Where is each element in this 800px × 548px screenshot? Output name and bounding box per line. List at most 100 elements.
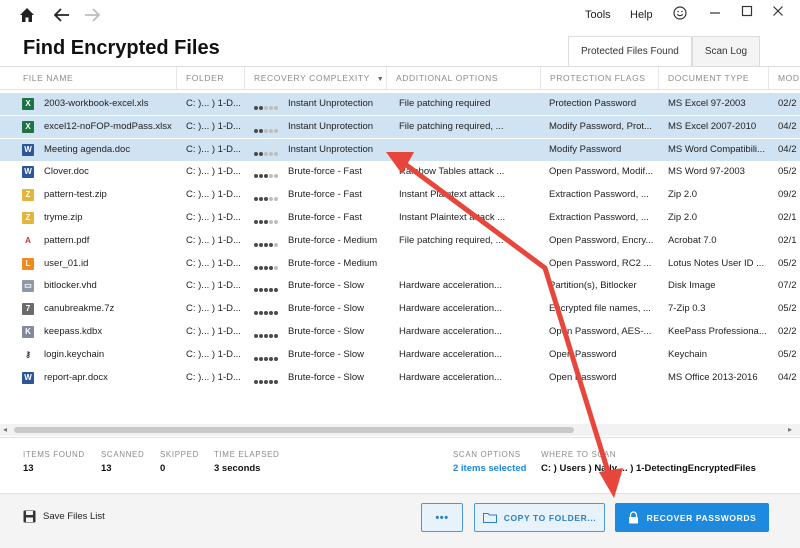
- scroll-right-icon[interactable]: ▸: [788, 425, 792, 434]
- word-icon: W: [22, 371, 34, 384]
- table-row[interactable]: X 2003-workbook-excel.xls C: )... ) 1-D...…: [0, 93, 800, 115]
- document-type: MS Word 97-2003: [668, 166, 745, 178]
- table-row[interactable]: ⚷ login.keychain C: )... ) 1-D... Brute-for…: [0, 344, 800, 366]
- table-row[interactable]: W Meeting agenda.doc C: )... ) 1-D... Insta…: [0, 138, 800, 161]
- close-icon[interactable]: [768, 5, 788, 23]
- floppy-disk-icon: [23, 510, 36, 523]
- scan-options-label: SCAN OPTIONS: [453, 450, 521, 459]
- protection-flags: Modify Password, Prot...: [549, 120, 652, 132]
- column-document-type[interactable]: DOCUMENT TYPE: [658, 67, 768, 89]
- document-type: 7-Zip 0.3: [668, 303, 706, 315]
- keychain-icon: ⚷: [22, 348, 34, 361]
- scanned-label: SCANNED: [101, 450, 145, 459]
- complexity-dots: [254, 262, 286, 270]
- file-name: keepass.kdbx: [44, 326, 103, 337]
- protection-flags: Open Password, RC2 ...: [549, 257, 652, 269]
- folder-path: C: )... ) 1-D...: [186, 348, 241, 360]
- copy-to-folder-label: COPY TO FOLDER...: [503, 512, 597, 523]
- copy-to-folder-button[interactable]: COPY TO FOLDER...: [474, 503, 605, 532]
- horizontal-scrollbar[interactable]: ◂ ▸: [0, 424, 800, 436]
- menu-help[interactable]: Help: [630, 9, 653, 21]
- column-modified[interactable]: MOD: [768, 67, 800, 89]
- column-additional-options[interactable]: ADDITIONAL OPTIONS: [386, 67, 540, 89]
- maximize-icon[interactable]: [737, 5, 757, 23]
- protection-flags: Open Password, Encry...: [549, 234, 654, 246]
- scrollbar-thumb[interactable]: [14, 427, 574, 433]
- zip-icon: Z: [22, 189, 34, 202]
- tab-bar: Protected Files Found Scan Log: [568, 36, 761, 67]
- word-icon: W: [22, 143, 34, 156]
- recovery-complexity: Instant Unprotection: [288, 120, 374, 132]
- table-row[interactable]: W Clover.doc C: )... ) 1-D... Brute-force -…: [0, 161, 800, 183]
- where-to-scan-label: WHERE TO SCAN: [541, 450, 617, 459]
- recover-passwords-button[interactable]: RECOVER PASSWORDS: [615, 503, 769, 532]
- recover-passwords-label: RECOVER PASSWORDS: [646, 512, 757, 523]
- table-row[interactable]: Luser_01.id C: )... ) 1-D... Brute-force -…: [0, 253, 800, 275]
- scan-options-link[interactable]: 2 items selected: [453, 463, 526, 474]
- home-icon[interactable]: [15, 5, 39, 25]
- save-files-list-button[interactable]: Save Files List: [23, 510, 105, 523]
- table-row[interactable]: Xexcel12-noFOP-modPass.xlsx C: )... ) 1-D…: [0, 115, 800, 138]
- archive-icon: 7: [22, 303, 34, 316]
- sort-down-icon: ▼: [376, 76, 385, 83]
- folder-path: C: )... ) 1-D...: [186, 257, 241, 269]
- folder-path: C: )... ) 1-D...: [186, 212, 241, 223]
- additional-options: Hardware acceleration...: [399, 280, 502, 292]
- document-type: MS Word Compatibili...: [668, 143, 765, 155]
- modified-date: 04/2: [778, 143, 797, 155]
- table-row[interactable]: Wreport-apr.docx C: )... ) 1-D... Brute-fo…: [0, 367, 800, 389]
- complexity-dots: [254, 376, 286, 384]
- protection-flags: Extraction Password, ...: [549, 212, 649, 223]
- column-protection-flags[interactable]: PROTECTION FLAGS: [540, 67, 658, 89]
- table-row[interactable]: Ztryme.zip C: )... ) 1-D... Brute-force - …: [0, 207, 800, 229]
- protection-flags: Encrypted file names, ...: [549, 303, 651, 315]
- recovery-complexity: Instant Unprotection: [288, 143, 374, 155]
- skipped-value: 0: [160, 463, 166, 474]
- table-row[interactable]: Apattern.pdf C: )... ) 1-D... Brute-force …: [0, 230, 800, 252]
- folder-path: C: )... ) 1-D...: [186, 98, 241, 109]
- column-file-name[interactable]: FILE NAME: [14, 67, 176, 89]
- back-arrow-icon[interactable]: [50, 5, 74, 25]
- additional-options: Rainbow Tables attack ...: [399, 166, 505, 178]
- lock-file-icon: K: [22, 326, 34, 338]
- minimize-icon[interactable]: [705, 5, 725, 23]
- menu-tools[interactable]: Tools: [585, 9, 611, 21]
- word-icon: W: [22, 166, 34, 179]
- where-to-scan-value[interactable]: C: ) Users ) Na.ly ... ) 1-DetectingEncr…: [541, 463, 756, 474]
- folder-path: C: )... ) 1-D...: [186, 143, 241, 155]
- more-options-button[interactable]: •••: [421, 503, 463, 532]
- complexity-dots: [254, 284, 286, 293]
- additional-options: [399, 253, 537, 275]
- excel-icon: X: [22, 120, 34, 133]
- forward-arrow-icon[interactable]: [80, 5, 104, 25]
- complexity-dots: [254, 239, 286, 247]
- file-name: report-apr.docx: [44, 371, 108, 383]
- recovery-complexity: Brute-force - Medium: [288, 257, 378, 269]
- modified-date: 07/2: [778, 280, 797, 292]
- folder-path: C: )... ) 1-D...: [186, 166, 241, 178]
- excel-icon: X: [22, 98, 34, 110]
- protection-flags: Extraction Password, ...: [549, 189, 649, 201]
- tab-protected-files-found[interactable]: Protected Files Found: [568, 36, 692, 67]
- smiley-feedback-icon[interactable]: [670, 6, 690, 24]
- table-row[interactable]: 7 canubreakme.7z C: )... ) 1-D... Brute-for…: [0, 298, 800, 320]
- table-row[interactable]: Kkeepass.kdbx C: )... ) 1-D... Brute-force…: [0, 321, 800, 343]
- column-folder[interactable]: FOLDER: [176, 67, 244, 89]
- table-row[interactable]: ▭ bitlocker.vhd C: )... ) 1-D... Brute-forc…: [0, 275, 800, 297]
- additional-options: Instant Plaintext attack ...: [399, 212, 506, 223]
- recovery-complexity: Brute-force - Fast: [288, 166, 362, 178]
- tab-scan-log[interactable]: Scan Log: [691, 36, 761, 66]
- modified-date: 04/2: [778, 371, 797, 383]
- additional-options: File patching required, ...: [399, 234, 504, 246]
- table-row[interactable]: Zpattern-test.zip C: )... ) 1-D... Brute-f…: [0, 184, 800, 206]
- column-recovery-complexity[interactable]: RECOVERY COMPLEXITY ▼: [244, 67, 386, 89]
- folder-path: C: )... ) 1-D...: [186, 120, 241, 132]
- complexity-dots: [254, 353, 286, 361]
- file-name: bitlocker.vhd: [44, 280, 97, 292]
- file-name: Clover.doc: [44, 166, 89, 178]
- modified-date: 02/2: [778, 98, 797, 109]
- file-name: Meeting agenda.doc: [44, 143, 131, 155]
- folder-path: C: )... ) 1-D...: [186, 234, 241, 246]
- scroll-left-icon[interactable]: ◂: [3, 425, 7, 434]
- modified-date: 02/1: [778, 234, 797, 246]
